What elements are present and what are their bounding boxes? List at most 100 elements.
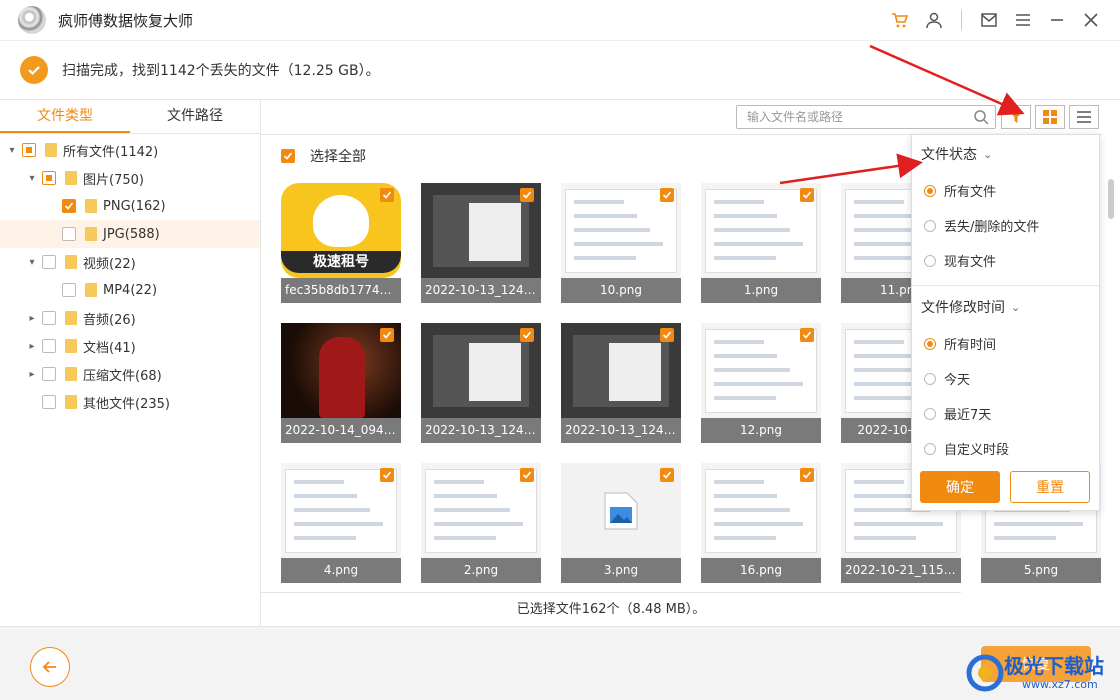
screenshot-line: [434, 522, 523, 526]
thumbnail-checkbox[interactable]: [520, 328, 534, 342]
tree-checkbox[interactable]: [42, 339, 56, 353]
select-all-checkbox[interactable]: [281, 149, 295, 163]
file-thumbnail[interactable]: 2022-10-13_12405...: [421, 323, 541, 443]
radio-button[interactable]: [924, 219, 936, 232]
filter-ok-button[interactable]: 确定: [920, 471, 1000, 503]
thumbnail-checkbox[interactable]: [660, 188, 674, 202]
radio-button[interactable]: [924, 442, 936, 455]
tree-item[interactable]: PNG(162): [0, 192, 260, 220]
chevron-down-icon[interactable]: ▾: [26, 256, 38, 268]
list-view-button[interactable]: [1069, 105, 1099, 129]
filter-option[interactable]: 丢失/删除的文件: [912, 208, 1099, 243]
tab-file-path[interactable]: 文件路径: [130, 100, 260, 133]
tree-checkbox[interactable]: [42, 311, 56, 325]
radio-button[interactable]: [924, 372, 936, 385]
thumbnail-checkbox[interactable]: [800, 328, 814, 342]
file-thumbnail[interactable]: 3.png: [561, 463, 681, 583]
mail-icon[interactable]: [972, 0, 1006, 40]
thumbnail-filename: 5.png: [981, 558, 1101, 583]
tree-item[interactable]: ▸ 压缩文件(68): [0, 360, 260, 388]
file-thumbnail[interactable]: 1.png: [701, 183, 821, 303]
tree-item[interactable]: ▸ 文档(41): [0, 332, 260, 360]
tree-checkbox[interactable]: [42, 395, 56, 409]
screenshot-line: [294, 494, 357, 498]
filter-option[interactable]: 所有时间: [912, 326, 1099, 361]
chevron-right-icon[interactable]: ▸: [26, 312, 38, 324]
file-thumbnail[interactable]: 2022-10-14_09481...: [281, 323, 401, 443]
cart-icon[interactable]: [883, 0, 917, 40]
filter-reset-button[interactable]: 重置: [1010, 471, 1090, 503]
chevron-down-icon[interactable]: ▾: [26, 172, 38, 184]
tree-item[interactable]: ▸ 音频(26): [0, 304, 260, 332]
file-thumbnail[interactable]: 4.png: [281, 463, 401, 583]
radio-button[interactable]: [924, 254, 936, 267]
file-thumbnail[interactable]: 16.png: [701, 463, 821, 583]
thumbnail-filename: 3.png: [561, 558, 681, 583]
close-icon[interactable]: [1074, 0, 1108, 40]
tree-checkbox[interactable]: [42, 255, 56, 269]
thumbnail-checkbox[interactable]: [800, 188, 814, 202]
tree-item-label: JPG(588): [103, 226, 160, 242]
sidebar: 文件类型 文件路径 ▾ 所有文件(1142) ▾ 图片(750) PNG(162) JPG…: [0, 100, 261, 626]
file-thumbnail[interactable]: 2022-10-13_12410...: [561, 323, 681, 443]
tree-checkbox[interactable]: [42, 367, 56, 381]
modified-time-header[interactable]: 文件修改时间 ⌄: [912, 288, 1099, 326]
filter-option-label: 自定义时段: [944, 443, 1010, 458]
thumbnail-checkbox[interactable]: [380, 468, 394, 482]
thumbnail-checkbox[interactable]: [800, 468, 814, 482]
tree-item[interactable]: MP4(22): [0, 276, 260, 304]
radio-button[interactable]: [924, 184, 936, 197]
file-thumbnail[interactable]: 10.png: [561, 183, 681, 303]
chevron-right-icon[interactable]: ▸: [26, 368, 38, 380]
tree-item[interactable]: ▾ 视频(22): [0, 248, 260, 276]
tree-checkbox[interactable]: [62, 199, 76, 213]
file-thumbnail[interactable]: 极速租号 fec35b8db1774d3...: [281, 183, 401, 303]
filter-button[interactable]: [1001, 105, 1031, 129]
image-placeholder-icon: [604, 492, 638, 530]
user-icon[interactable]: [917, 0, 951, 40]
thumbnail-checkbox[interactable]: [380, 328, 394, 342]
tree-checkbox[interactable]: [22, 143, 36, 157]
filter-option[interactable]: 所有文件: [912, 173, 1099, 208]
filter-option[interactable]: 自定义时段: [912, 431, 1099, 466]
filter-option[interactable]: 今天: [912, 361, 1099, 396]
file-thumbnail[interactable]: 2.png: [421, 463, 541, 583]
search-input[interactable]: [747, 106, 967, 128]
tree-item[interactable]: ▾ 图片(750): [0, 164, 260, 192]
chevron-down-icon[interactable]: ▾: [6, 144, 18, 156]
thumbnail-checkbox[interactable]: [520, 188, 534, 202]
tree-item[interactable]: 其他文件(235): [0, 388, 260, 416]
tree-item[interactable]: JPG(588): [0, 220, 260, 248]
radio-button[interactable]: [924, 407, 936, 420]
select-all[interactable]: 选择全部: [281, 146, 366, 166]
back-button[interactable]: [30, 647, 70, 687]
tree-checkbox[interactable]: [42, 171, 56, 185]
tree-item-label: 音频(26): [83, 312, 136, 328]
search-icon[interactable]: [973, 109, 989, 129]
folder-icon: [65, 395, 77, 409]
chevron-right-icon[interactable]: ▸: [26, 340, 38, 352]
menu-icon[interactable]: [1006, 0, 1040, 40]
filter-option[interactable]: 现有文件: [912, 243, 1099, 278]
file-thumbnail[interactable]: 2022-10-13_12403...: [421, 183, 541, 303]
tree-checkbox[interactable]: [62, 227, 76, 241]
radio-button[interactable]: [924, 337, 936, 350]
filter-option[interactable]: 最近7天: [912, 396, 1099, 431]
tab-file-type[interactable]: 文件类型: [0, 100, 130, 133]
thumbnail-checkbox[interactable]: [660, 468, 674, 482]
thumbnail-checkbox[interactable]: [380, 188, 394, 202]
file-thumbnail[interactable]: 12.png: [701, 323, 821, 443]
thumbnail-checkbox[interactable]: [520, 468, 534, 482]
screenshot-line: [434, 494, 497, 498]
thumbnail-checkbox[interactable]: [660, 328, 674, 342]
grid-scrollbar[interactable]: [1102, 134, 1120, 591]
scrollbar-thumb[interactable]: [1108, 179, 1114, 219]
grid-view-button[interactable]: [1035, 105, 1065, 129]
tree-item[interactable]: ▾ 所有文件(1142): [0, 136, 260, 164]
tree-checkbox[interactable]: [62, 283, 76, 297]
file-status-header[interactable]: 文件状态 ⌄: [912, 135, 1099, 173]
thumbnail-filename: 10.png: [561, 278, 681, 303]
minimize-icon[interactable]: [1040, 0, 1074, 40]
